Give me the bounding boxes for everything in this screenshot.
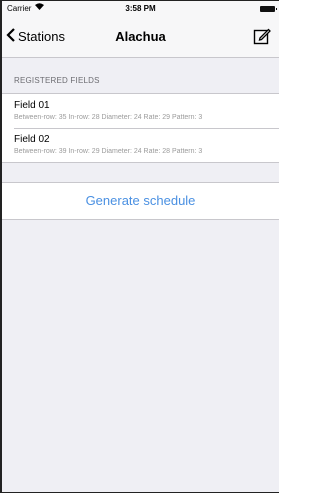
section-header: REGISTERED FIELDS xyxy=(14,76,100,85)
generate-schedule-label: Generate schedule xyxy=(85,193,196,208)
generate-schedule-button[interactable]: Generate schedule xyxy=(2,182,279,220)
field-name: Field 02 xyxy=(14,134,50,145)
list-item[interactable]: Field 01 Between-row: 35 In-row: 28 Diam… xyxy=(2,94,279,128)
field-name: Field 01 xyxy=(14,100,50,111)
compose-icon[interactable] xyxy=(253,27,271,45)
battery-icon xyxy=(260,6,277,12)
field-details: Between-row: 35 In-row: 28 Diameter: 24 … xyxy=(14,114,203,121)
field-details: Between-row: 39 In-row: 29 Diameter: 24 … xyxy=(14,148,203,155)
app-window: Carrier 3:58 PM Stations Alachua REGISTE… xyxy=(0,0,279,493)
status-time: 3:58 PM xyxy=(125,4,156,13)
navigation-bar: Stations Alachua xyxy=(2,17,279,58)
fields-list: Field 01 Between-row: 35 In-row: 28 Diam… xyxy=(2,93,279,163)
list-item[interactable]: Field 02 Between-row: 39 In-row: 29 Diam… xyxy=(2,128,279,162)
page-title: Alachua xyxy=(115,29,166,44)
status-bar: Carrier 3:58 PM xyxy=(2,1,279,17)
